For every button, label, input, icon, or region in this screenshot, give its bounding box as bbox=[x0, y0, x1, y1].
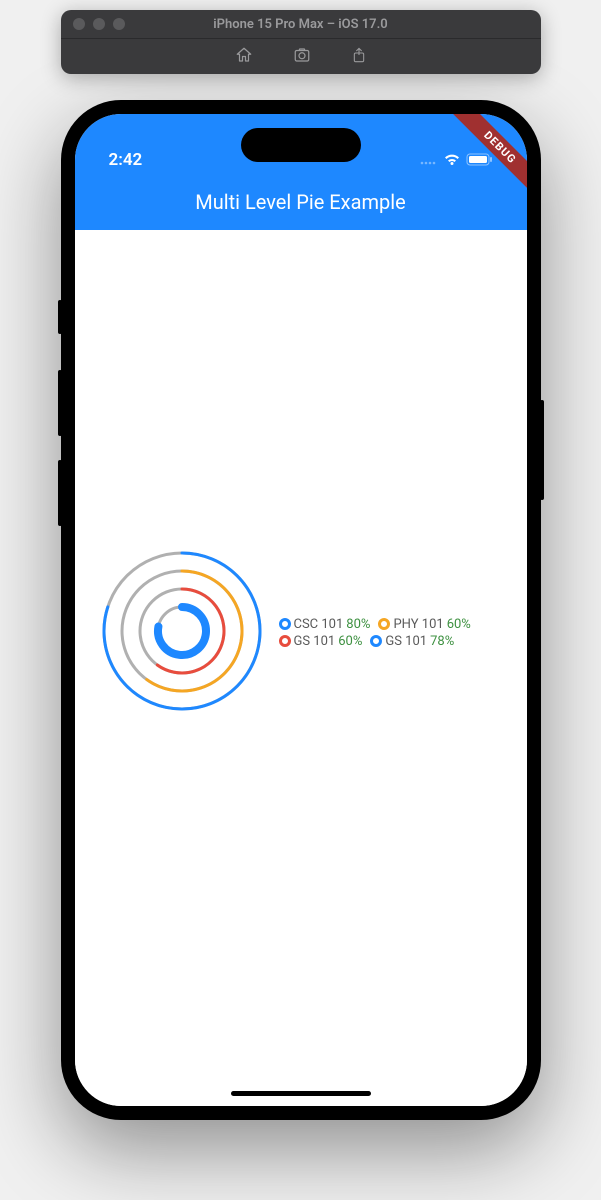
volume-up-button[interactable] bbox=[58, 370, 62, 436]
volume-down-button[interactable] bbox=[58, 460, 62, 526]
legend-percent: 78% bbox=[430, 634, 454, 649]
home-icon[interactable] bbox=[235, 46, 253, 68]
cellular-icon bbox=[420, 151, 438, 170]
app-bar: Multi Level Pie Example bbox=[75, 174, 527, 230]
legend-label: CSC 101 bbox=[294, 617, 344, 632]
window-controls[interactable] bbox=[73, 18, 125, 30]
silence-switch[interactable] bbox=[58, 300, 62, 334]
home-indicator[interactable] bbox=[231, 1091, 371, 1096]
dynamic-island bbox=[241, 128, 361, 162]
legend-percent: 60% bbox=[447, 617, 471, 632]
maximize-icon[interactable] bbox=[113, 18, 125, 30]
legend-item: CSC 10180% bbox=[279, 617, 371, 632]
legend-ring-icon bbox=[378, 618, 390, 630]
legend-ring-icon bbox=[370, 635, 382, 647]
multi-level-pie-chart bbox=[97, 546, 267, 720]
simulator-titlebar: iPhone 15 Pro Max – iOS 17.0 bbox=[61, 10, 541, 38]
wifi-icon bbox=[443, 151, 461, 170]
legend-item: GS 10160% bbox=[279, 634, 363, 649]
legend-percent: 80% bbox=[346, 617, 370, 632]
simulator-title: iPhone 15 Pro Max – iOS 17.0 bbox=[213, 17, 387, 32]
legend-item: GS 10178% bbox=[370, 634, 454, 649]
close-icon[interactable] bbox=[73, 18, 85, 30]
ring-arc bbox=[157, 589, 224, 673]
share-icon[interactable] bbox=[351, 46, 367, 68]
status-time: 2:42 bbox=[109, 150, 143, 170]
legend-ring-icon bbox=[279, 635, 291, 647]
device-screen: DEBUG 2:42 Multi Level Pie Example bbox=[75, 114, 527, 1106]
legend-label: GS 101 bbox=[385, 634, 427, 649]
device-frame: DEBUG 2:42 Multi Level Pie Example bbox=[61, 100, 541, 1120]
battery-icon bbox=[466, 151, 493, 170]
legend-item: PHY 101 60% bbox=[378, 617, 470, 632]
chart-legend: CSC 10180%PHY 10160%GS 10160%GS 10178% bbox=[279, 617, 519, 649]
legend-label: GS 101 bbox=[294, 634, 336, 649]
simulator-window: iPhone 15 Pro Max – iOS 17.0 bbox=[61, 10, 541, 74]
legend-ring-icon bbox=[279, 618, 291, 630]
simulator-toolbar bbox=[61, 38, 541, 74]
legend-label: PHY 101 bbox=[393, 617, 443, 632]
page-title: Multi Level Pie Example bbox=[195, 190, 405, 214]
screenshot-icon[interactable] bbox=[293, 46, 311, 68]
minimize-icon[interactable] bbox=[93, 18, 105, 30]
app-body: CSC 10180%PHY 10160%GS 10160%GS 10178% bbox=[75, 230, 527, 1106]
chart-row: CSC 10180%PHY 10160%GS 10160%GS 10178% bbox=[97, 546, 519, 720]
power-button[interactable] bbox=[540, 400, 544, 500]
legend-percent: 60% bbox=[338, 634, 362, 649]
status-indicators bbox=[420, 151, 493, 170]
